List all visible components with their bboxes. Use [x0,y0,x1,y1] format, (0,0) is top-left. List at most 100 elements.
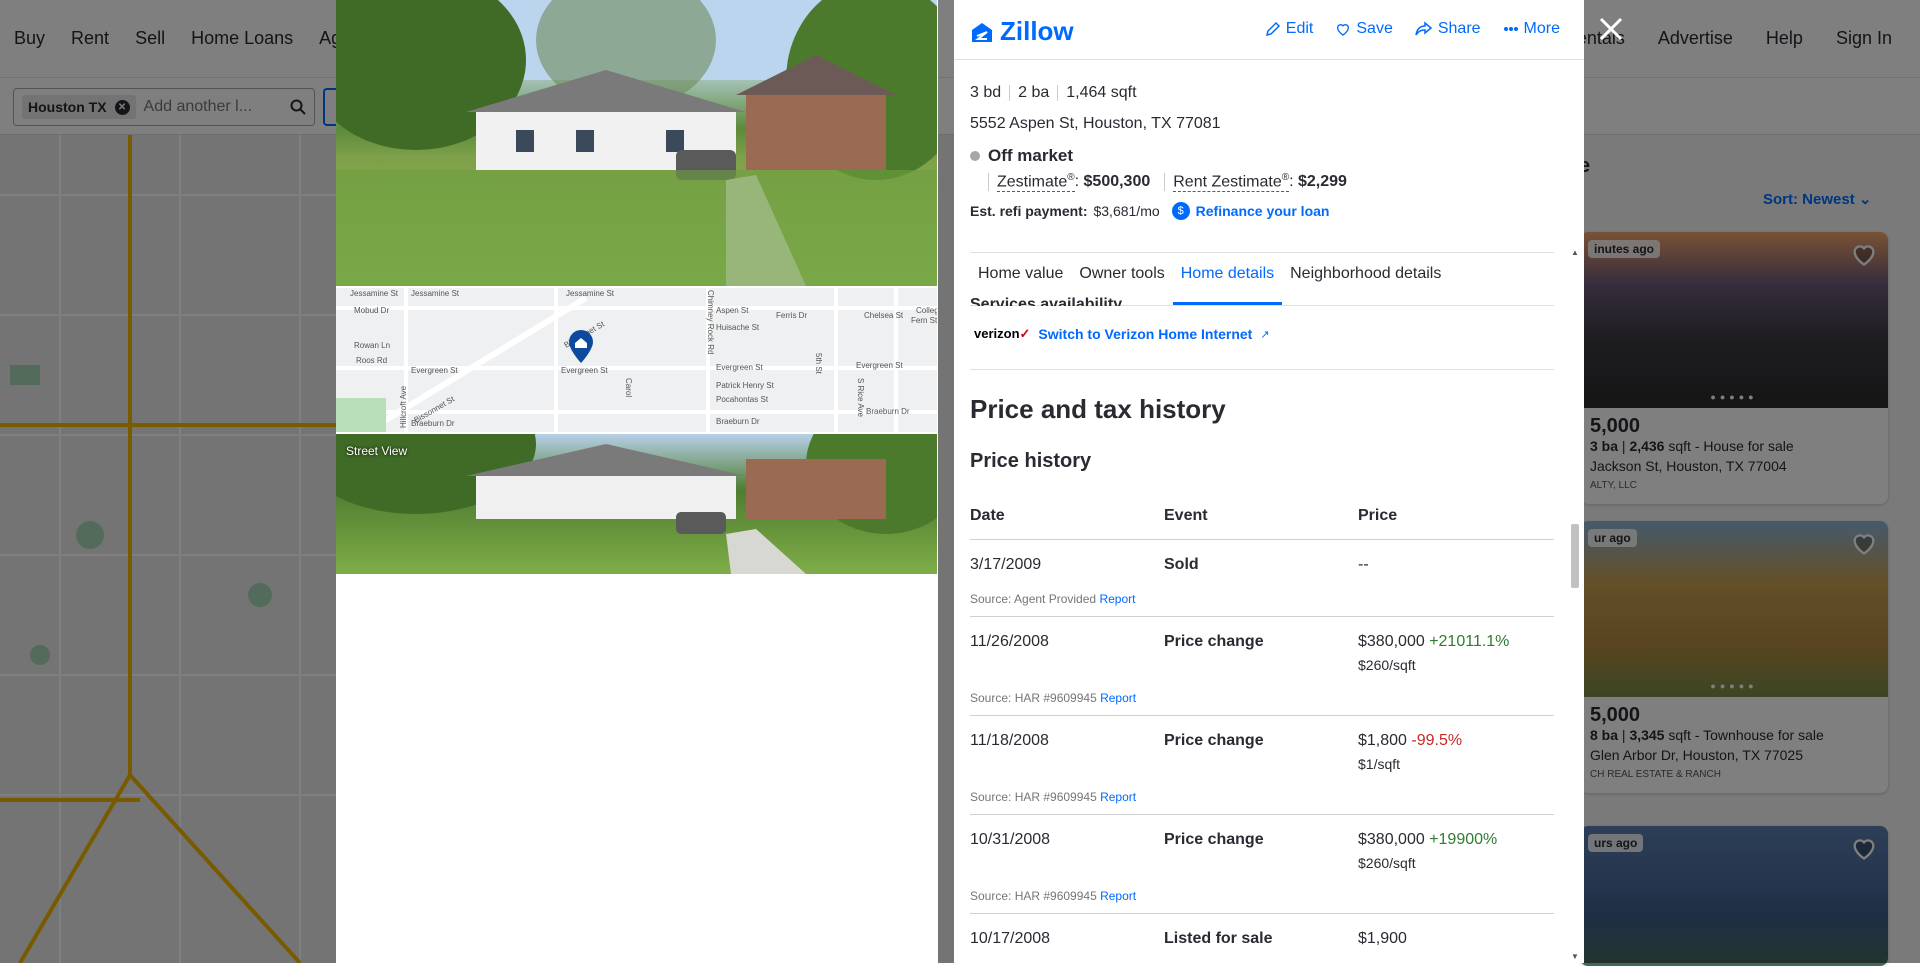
table-row: 10/31/2008Price change$380,000 +19900%$2… [970,815,1554,914]
row-date: 10/17/2008 [970,930,1164,948]
scroll-down-icon[interactable]: ▼ [1571,952,1579,961]
edit-button[interactable]: Edit [1265,20,1314,38]
rent-zestimate-sup: ® [1282,172,1289,183]
row-date: 3/17/2009 [970,556,1164,574]
row-per-sqft: $1/sqft [1358,756,1554,772]
photo-gallery: Jessamine St Jessamine St Jessamine St M… [336,0,938,963]
table-row: 11/18/2008Price change$1,800 -99.5%$1/sq… [970,716,1554,815]
beds: 3 bd [970,84,1001,102]
row-source-text: Source: Agent Provided [970,592,1096,606]
report-link[interactable]: Report [1099,592,1135,606]
table-row: 11/26/2008Price change$380,000 +21011.1%… [970,617,1554,716]
map-label: Chelsea St [864,311,904,320]
map-label: Braeburn Dr [716,417,760,426]
row-price: $380,000 [1358,831,1425,848]
map-label: Ferris Dr [776,311,807,320]
row-per-sqft: $260/sqft [1358,855,1554,871]
share-label: Share [1438,20,1481,38]
property-summary: 3 bd 2 ba 1,464 sqft 5552 Aspen St, Hous… [970,84,1570,220]
zestimate-row: Zestimate®: $500,300 Rent Zestimate®: $2… [988,172,1570,192]
mini-map[interactable]: Jessamine St Jessamine St Jessamine St M… [336,288,937,432]
map-pin-icon[interactable] [568,330,594,364]
row-event: Sold [1164,556,1358,574]
street-view-illustration [336,434,937,574]
share-button[interactable]: Share [1415,20,1481,38]
row-change: +21011.1% [1429,633,1509,650]
map-label: Jessamine St [566,289,615,298]
map-label: S Rice Ave [856,378,865,418]
row-source-text: Source: HAR #9609945 [970,790,1097,804]
close-icon[interactable] [1596,14,1626,44]
row-event: Listed for sale [1164,930,1358,948]
zillow-logo[interactable]: Zillow [970,16,1074,47]
map-label: Evergreen St [716,363,763,372]
map-label: Jessamine St [411,289,460,298]
zestimate-link[interactable]: Zestimate® [997,172,1075,192]
zestimate-sup: ® [1067,172,1074,183]
services-heading: Services availability [970,296,1122,306]
row-source: Source: HAR #9609945 Report [970,790,1554,804]
map-label: Patrick Henry St [716,381,775,390]
status-badge: Off market [970,146,1570,166]
row-source-text: Source: HAR #9609945 [970,691,1097,705]
more-button[interactable]: More [1503,20,1560,38]
map-label: Evergreen St [856,361,903,370]
table-header: Date Event Price [970,492,1554,540]
map-label: Braeburn Dr [866,407,910,416]
heart-icon [1335,21,1351,37]
rent-zestimate-value: $2,299 [1298,173,1347,191]
external-link-icon: ↗ [1260,328,1269,341]
panel-header: Zillow Edit Save Share More [954,0,1584,60]
panel-scrollbar[interactable]: ▲ ▼ [1569,248,1581,963]
street-view-label: Street View [346,444,407,458]
row-source: Source: HAR #9609945 Report [970,691,1554,705]
property-photo[interactable] [336,0,937,286]
map-label: Pocahontas St [716,395,769,404]
row-change: -99.5% [1411,732,1462,749]
report-link[interactable]: Report [1100,790,1136,804]
refi-row: Est. refi payment: $3,681/mo $ Refinance… [970,202,1570,220]
row-source: Source: Agent Provided Report [970,592,1554,606]
verizon-logo-text: verizon [974,326,1020,341]
status-dot-icon [970,151,980,161]
scroll-up-icon[interactable]: ▲ [1571,248,1579,257]
subsection-title: Price history [970,450,1091,473]
row-source-text: Source: HAR #9609945 [970,889,1097,903]
col-price: Price [1358,507,1554,525]
verizon-row: verizon✓ Switch to Verizon Home Internet… [974,326,1270,342]
row-event: Price change [1164,831,1358,871]
map-label: Jessamine St [350,289,399,298]
row-price: $380,000 [1358,633,1425,650]
map-label: Mobud Dr [354,306,389,315]
map-label: Fern St [911,316,937,325]
map-label: 5th St [814,353,823,375]
row-date: 11/18/2008 [970,732,1164,772]
mini-map-streets: Jessamine St Jessamine St Jessamine St M… [336,288,937,432]
header-actions: Edit Save Share More [1265,20,1560,38]
save-button[interactable]: Save [1335,20,1392,38]
report-link[interactable]: Report [1100,691,1136,705]
map-label: Braeburn Dr [411,419,455,428]
scrollbar-thumb[interactable] [1571,524,1579,588]
verizon-link[interactable]: Switch to Verizon Home Internet [1038,326,1252,342]
map-label: Evergreen St [561,366,608,375]
refi-label: Est. refi payment: [970,203,1087,219]
refinance-link[interactable]: Refinance your loan [1196,203,1330,219]
house-illustration [336,0,937,286]
row-price: $1,800 [1358,732,1407,749]
report-link[interactable]: Report [1100,889,1136,903]
col-event: Event [1164,507,1358,525]
pencil-icon [1265,21,1281,37]
row-date: 11/26/2008 [970,633,1164,673]
rent-zestimate-link[interactable]: Rent Zestimate® [1173,172,1289,192]
baths: 2 ba [1018,84,1049,102]
map-label: College St [916,306,937,315]
more-dots-icon [1503,26,1519,32]
sqft: 1,464 sqft [1066,84,1136,102]
zestimate-value: $500,300 [1084,173,1151,191]
status-label: Off market [988,146,1073,166]
col-date: Date [970,507,1164,525]
map-label: Roos Rd [356,356,387,365]
street-view[interactable]: Street View [336,434,937,574]
zillow-logo-icon [970,20,994,44]
